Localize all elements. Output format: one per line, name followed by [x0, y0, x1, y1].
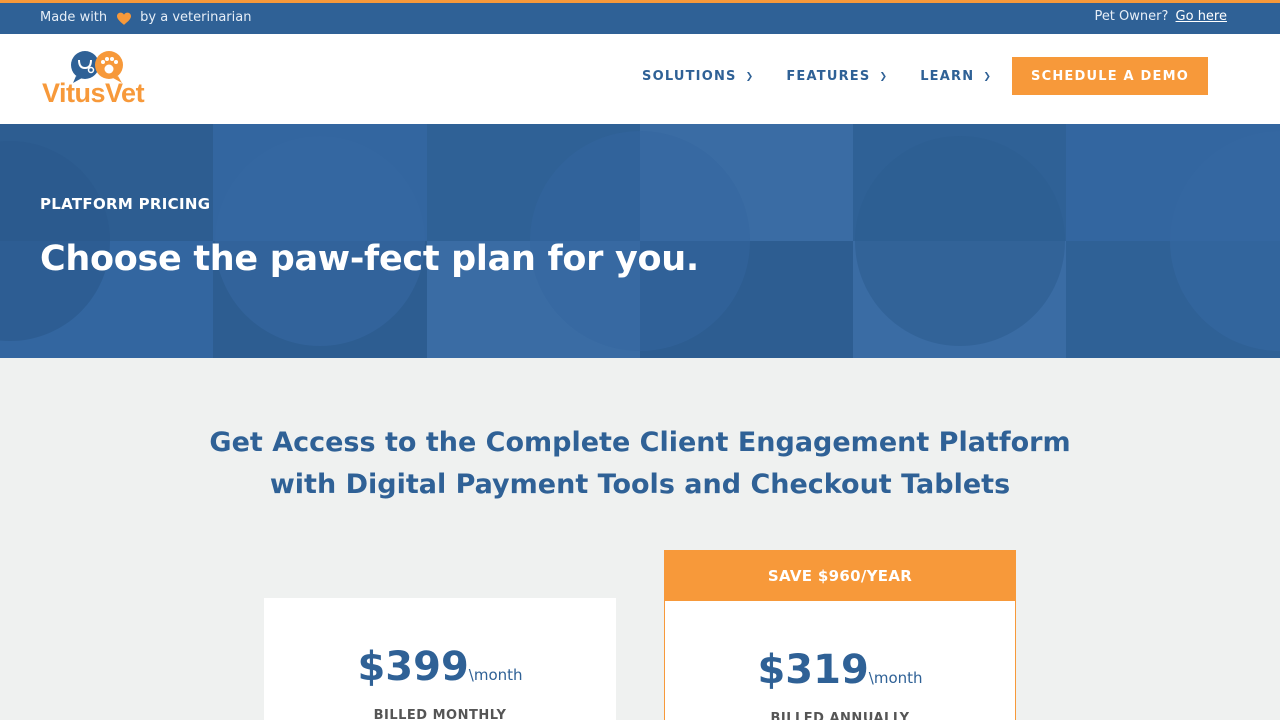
hero-banner: PLATFORM PRICING Choose the paw-fect pla…: [0, 124, 1280, 358]
by-veterinarian-text: by a veterinarian: [140, 10, 252, 25]
go-here-link[interactable]: Go here: [1176, 9, 1227, 24]
pet-owner-link-group: Pet Owner? Go here: [1094, 9, 1227, 24]
logo-wordmark: VitusVet: [42, 78, 145, 109]
section-heading-line-1: Get Access to the Complete Client Engage…: [209, 427, 1071, 458]
main-navigation: VitusVet SOLUTIONS ❯ FEATURES ❯ LEARN ❯ …: [0, 34, 1280, 124]
monthly-billing-label: BILLED MONTHLY: [373, 708, 507, 720]
annual-price: $319\month: [665, 647, 1015, 693]
made-with-tagline: Made with by a veterinarian: [40, 10, 251, 25]
nav-solutions-label: SOLUTIONS: [642, 69, 737, 84]
section-heading-line-2: with Digital Payment Tools and Checkout …: [269, 469, 1011, 500]
vitusvet-logo[interactable]: VitusVet: [40, 50, 170, 110]
annual-savings-banner: SAVE $960/YEAR: [665, 551, 1015, 601]
annual-price-unit: \month: [868, 669, 923, 687]
nav-solutions[interactable]: SOLUTIONS ❯: [642, 69, 754, 84]
annual-price-amount: $319: [757, 647, 869, 693]
top-bar: Made with by a veterinarian Pet Owner? G…: [0, 0, 1280, 34]
nav-features-label: FEATURES: [786, 69, 871, 84]
monthly-price-amount: $399: [357, 644, 469, 690]
chevron-down-icon: ❯: [745, 71, 755, 82]
logo-wordmark-vitus: Vitus: [42, 78, 106, 108]
monthly-price-unit: \month: [468, 666, 523, 684]
section-heading: Get Access to the Complete Client Engage…: [140, 422, 1140, 506]
annual-billing-label: BILLED ANNUALLY: [770, 711, 910, 720]
pricing-card-annual: SAVE $960/YEAR $319\month BILLED ANNUALL…: [664, 550, 1016, 720]
heart-icon: [117, 12, 132, 25]
logo-wordmark-vet: Vet: [105, 78, 145, 108]
nav-learn[interactable]: LEARN ❯: [920, 69, 992, 84]
nav-learn-label: LEARN: [920, 69, 975, 84]
pricing-card-monthly: $399\month BILLED MONTHLY: [264, 598, 616, 720]
schedule-demo-button[interactable]: SCHEDULE A DEMO: [1012, 57, 1208, 95]
pet-owner-text: Pet Owner?: [1094, 9, 1169, 24]
nav-menu: SOLUTIONS ❯ FEATURES ❯ LEARN ❯: [642, 69, 992, 84]
chevron-down-icon: ❯: [879, 71, 889, 82]
page-title: Choose the paw-fect plan for you.: [40, 239, 699, 279]
chevron-down-icon: ❯: [983, 71, 993, 82]
nav-features[interactable]: FEATURES ❯: [786, 69, 888, 84]
monthly-price: $399\month: [264, 644, 616, 690]
hero-eyebrow: PLATFORM PRICING: [40, 195, 211, 213]
made-with-text: Made with: [40, 10, 108, 25]
